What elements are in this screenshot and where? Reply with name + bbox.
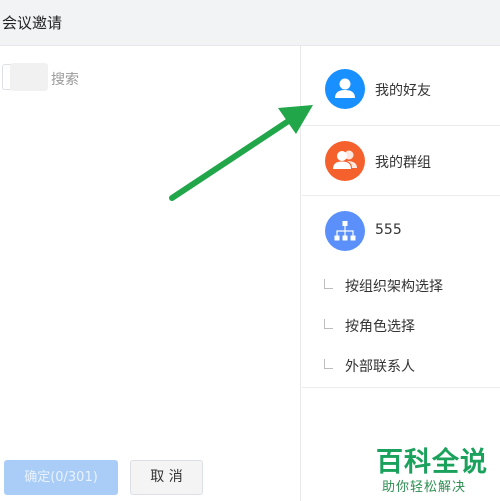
- annotation-arrow-icon: [169, 105, 313, 201]
- watermark-title: 百科全说: [376, 447, 488, 478]
- watermark-subtitle: 助你轻松解决: [382, 480, 467, 495]
- watermark: 百科全说 助你轻松解决: [372, 440, 500, 496]
